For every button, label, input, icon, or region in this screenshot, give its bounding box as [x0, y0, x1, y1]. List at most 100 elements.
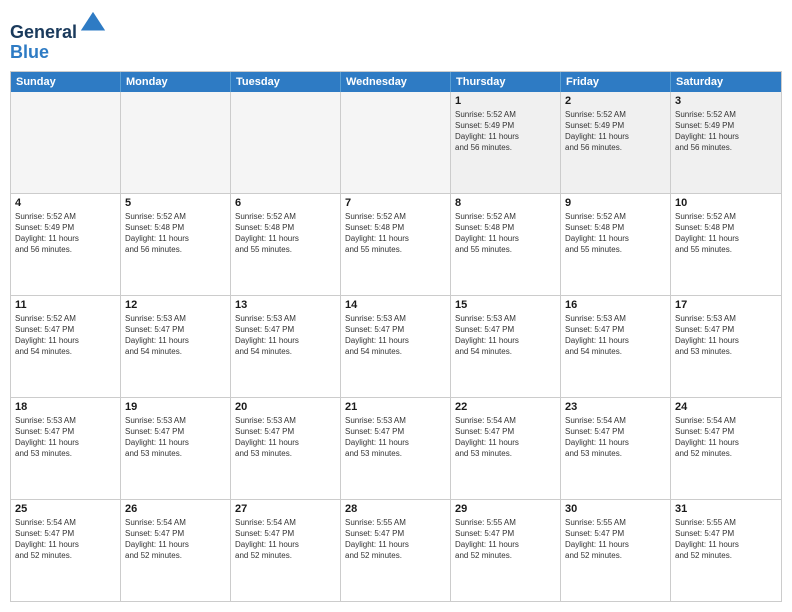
calendar-cell: 7Sunrise: 5:52 AMSunset: 5:48 PMDaylight… [341, 194, 451, 295]
day-info: Sunrise: 5:53 AMSunset: 5:47 PMDaylight:… [455, 313, 556, 358]
calendar-cell: 5Sunrise: 5:52 AMSunset: 5:48 PMDaylight… [121, 194, 231, 295]
day-info: Sunrise: 5:54 AMSunset: 5:47 PMDaylight:… [455, 415, 556, 460]
day-number: 4 [15, 197, 116, 209]
calendar-cell: 10 Sunrise: 5:52 AMSunset: 5:48 PMDayligh… [671, 194, 781, 295]
day-info: Sunrise: 5:53 AMSunset: 5:47 PMDaylight:… [565, 313, 666, 358]
calendar-week-5: 25Sunrise: 5:54 AMSunset: 5:47 PMDayligh… [11, 500, 781, 601]
calendar-cell: 17Sunrise: 5:53 AMSunset: 5:47 PMDayligh… [671, 296, 781, 397]
calendar-cell: 22 Sunrise: 5:54 AMSunset: 5:47 PMDayligh… [451, 398, 561, 499]
day-info: Sunrise: 5:54 AMSunset: 5:47 PMDaylight:… [565, 415, 666, 460]
day-number: 29 [455, 503, 556, 515]
calendar-cell: 28Sunrise: 5:55 AMSunset: 5:47 PMDayligh… [341, 500, 451, 601]
day-info: Sunrise: 5:52 AMSunset: 5:48 PMDaylight:… [455, 211, 556, 256]
day-info: Sunrise: 5:53 AMSunset: 5:47 PMDaylight:… [125, 313, 226, 358]
calendar: SundayMondayTuesdayWednesdayThursdayFrid… [10, 71, 782, 602]
day-number: 27 [235, 503, 336, 515]
day-number: 23 [565, 401, 666, 413]
calendar-week-3: 11 Sunrise: 5:52 AMSunset: 5:47 PMDayligh… [11, 296, 781, 398]
day-number: 6 [235, 197, 336, 209]
day-number: 20 [235, 401, 336, 413]
day-info: Sunrise: 5:52 AMSunset: 5:48 PMDaylight:… [565, 211, 666, 256]
header: General Blue [10, 10, 782, 63]
logo-blue: Blue [10, 42, 49, 62]
day-number: 15 [455, 299, 556, 311]
day-number: 1 [455, 95, 556, 107]
day-info: Sunrise: 5:53 AMSunset: 5:47 PMDaylight:… [235, 415, 336, 460]
day-number: 7 [345, 197, 446, 209]
calendar-cell: 13Sunrise: 5:53 AMSunset: 5:47 PMDayligh… [231, 296, 341, 397]
day-number: 12 [125, 299, 226, 311]
day-number: 28 [345, 503, 446, 515]
day-number: 13 [235, 299, 336, 311]
calendar-cell: 1 Sunrise: 5:52 AMSunset: 5:49 PMDaylight… [451, 92, 561, 193]
calendar-cell: 9 Sunrise: 5:52 AMSunset: 5:48 PMDaylight… [561, 194, 671, 295]
day-number: 14 [345, 299, 446, 311]
calendar-cell: 6 Sunrise: 5:52 AMSunset: 5:48 PMDaylight… [231, 194, 341, 295]
day-number: 9 [565, 197, 666, 209]
day-info: Sunrise: 5:53 AMSunset: 5:47 PMDaylight:… [125, 415, 226, 460]
calendar-cell: 8 Sunrise: 5:52 AMSunset: 5:48 PMDaylight… [451, 194, 561, 295]
calendar-cell: 18 Sunrise: 5:53 AMSunset: 5:47 PMDayligh… [11, 398, 121, 499]
calendar-cell [231, 92, 341, 193]
day-info: Sunrise: 5:54 AMSunset: 5:47 PMDaylight:… [675, 415, 777, 460]
calendar-cell: 3 Sunrise: 5:52 AMSunset: 5:49 PMDaylight… [671, 92, 781, 193]
day-number: 26 [125, 503, 226, 515]
calendar-cell: 11 Sunrise: 5:52 AMSunset: 5:47 PMDayligh… [11, 296, 121, 397]
day-number: 30 [565, 503, 666, 515]
day-number: 3 [675, 95, 777, 107]
header-day-saturday: Saturday [671, 72, 781, 92]
calendar-cell: 21 Sunrise: 5:53 AMSunset: 5:47 PMDayligh… [341, 398, 451, 499]
header-day-thursday: Thursday [451, 72, 561, 92]
calendar-cell: 2 Sunrise: 5:52 AMSunset: 5:49 PMDaylight… [561, 92, 671, 193]
calendar-body: 1 Sunrise: 5:52 AMSunset: 5:49 PMDaylight… [11, 92, 781, 601]
day-info: Sunrise: 5:52 AMSunset: 5:47 PMDaylight:… [15, 313, 116, 358]
day-number: 5 [125, 197, 226, 209]
calendar-cell [11, 92, 121, 193]
day-info: Sunrise: 5:54 AMSunset: 5:47 PMDaylight:… [125, 517, 226, 562]
calendar-cell: 20 Sunrise: 5:53 AMSunset: 5:47 PMDayligh… [231, 398, 341, 499]
calendar-cell: 12 Sunrise: 5:53 AMSunset: 5:47 PMDayligh… [121, 296, 231, 397]
day-number: 18 [15, 401, 116, 413]
calendar-cell: 19Sunrise: 5:53 AMSunset: 5:47 PMDayligh… [121, 398, 231, 499]
day-number: 8 [455, 197, 556, 209]
day-info: Sunrise: 5:52 AMSunset: 5:48 PMDaylight:… [235, 211, 336, 256]
day-number: 17 [675, 299, 777, 311]
day-number: 2 [565, 95, 666, 107]
page: General Blue SundayMondayTuesdayWednesda… [0, 0, 792, 612]
calendar-cell: 27Sunrise: 5:54 AMSunset: 5:47 PMDayligh… [231, 500, 341, 601]
day-info: Sunrise: 5:52 AMSunset: 5:49 PMDaylight:… [675, 109, 777, 154]
day-number: 21 [345, 401, 446, 413]
calendar-cell: 14 Sunrise: 5:53 AMSunset: 5:47 PMDayligh… [341, 296, 451, 397]
day-info: Sunrise: 5:52 AMSunset: 5:49 PMDaylight:… [565, 109, 666, 154]
day-info: Sunrise: 5:55 AMSunset: 5:47 PMDaylight:… [565, 517, 666, 562]
logo-text: General Blue [10, 10, 107, 63]
calendar-cell: 24 Sunrise: 5:54 AMSunset: 5:47 PMDayligh… [671, 398, 781, 499]
header-day-wednesday: Wednesday [341, 72, 451, 92]
calendar-cell: 31Sunrise: 5:55 AMSunset: 5:47 PMDayligh… [671, 500, 781, 601]
calendar-cell: 25Sunrise: 5:54 AMSunset: 5:47 PMDayligh… [11, 500, 121, 601]
calendar-cell [121, 92, 231, 193]
day-info: Sunrise: 5:55 AMSunset: 5:47 PMDaylight:… [455, 517, 556, 562]
calendar-week-2: 4 Sunrise: 5:52 AMSunset: 5:49 PMDaylight… [11, 194, 781, 296]
calendar-cell: 30 Sunrise: 5:55 AMSunset: 5:47 PMDayligh… [561, 500, 671, 601]
header-day-tuesday: Tuesday [231, 72, 341, 92]
header-day-sunday: Sunday [11, 72, 121, 92]
logo-icon [79, 10, 107, 38]
day-number: 10 [675, 197, 777, 209]
day-info: Sunrise: 5:53 AMSunset: 5:47 PMDaylight:… [15, 415, 116, 460]
day-info: Sunrise: 5:54 AMSunset: 5:47 PMDaylight:… [15, 517, 116, 562]
calendar-week-1: 1 Sunrise: 5:52 AMSunset: 5:49 PMDaylight… [11, 92, 781, 194]
day-number: 24 [675, 401, 777, 413]
calendar-week-4: 18 Sunrise: 5:53 AMSunset: 5:47 PMDayligh… [11, 398, 781, 500]
day-number: 22 [455, 401, 556, 413]
calendar-header: SundayMondayTuesdayWednesdayThursdayFrid… [11, 72, 781, 92]
day-info: Sunrise: 5:52 AMSunset: 5:49 PMDaylight:… [15, 211, 116, 256]
day-info: Sunrise: 5:52 AMSunset: 5:49 PMDaylight:… [455, 109, 556, 154]
calendar-cell [341, 92, 451, 193]
day-number: 11 [15, 299, 116, 311]
header-day-monday: Monday [121, 72, 231, 92]
calendar-cell: 26 Sunrise: 5:54 AMSunset: 5:47 PMDayligh… [121, 500, 231, 601]
day-info: Sunrise: 5:53 AMSunset: 5:47 PMDaylight:… [345, 313, 446, 358]
day-info: Sunrise: 5:53 AMSunset: 5:47 PMDaylight:… [345, 415, 446, 460]
day-info: Sunrise: 5:52 AMSunset: 5:48 PMDaylight:… [675, 211, 777, 256]
